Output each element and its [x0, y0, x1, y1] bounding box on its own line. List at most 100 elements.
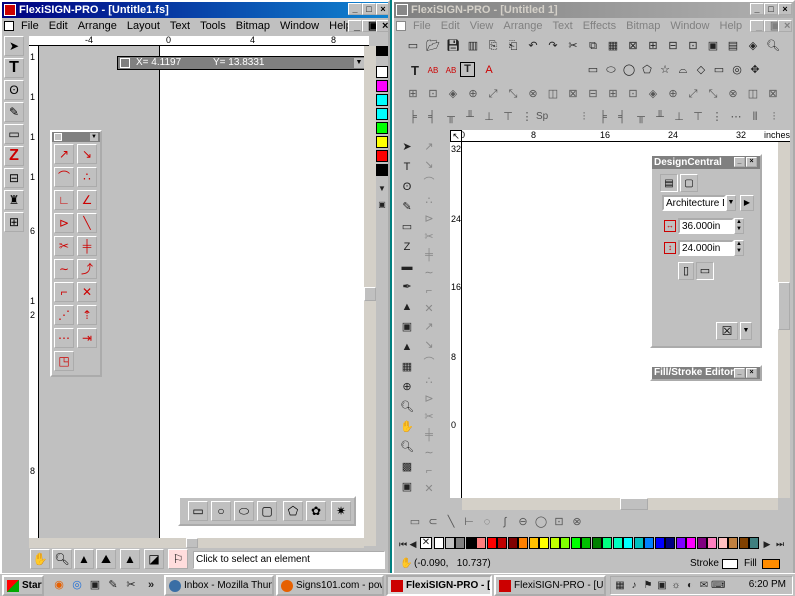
toolbar-icon[interactable]: ◈	[744, 38, 762, 55]
media-icon[interactable]: ▣	[86, 577, 104, 594]
landscape-orientation-icon[interactable]: ▭	[696, 262, 714, 280]
mountain-icon[interactable]: ▲	[74, 549, 94, 569]
arrange-icon[interactable]: ⊟	[584, 86, 602, 103]
palette-swatch[interactable]	[444, 537, 455, 549]
text-kern-icon[interactable]: AB	[424, 62, 442, 79]
shape-icon[interactable]: ◯	[620, 62, 638, 79]
toolbar-icon[interactable]: ▤	[724, 38, 742, 55]
left-hscroll-thumb[interactable]	[186, 538, 198, 548]
stroke-swatch[interactable]	[722, 559, 738, 569]
bottom-tool-icon[interactable]: ⊡	[550, 514, 568, 531]
tool-icon[interactable]: 🔍︎	[398, 439, 416, 456]
menu-arrange[interactable]: Arrange	[73, 20, 122, 32]
tool-icon[interactable]: ↗	[420, 139, 438, 156]
node-tool-icon[interactable]: ⇡	[77, 305, 97, 325]
maximize-button[interactable]: □	[362, 3, 376, 15]
toolbar-icon[interactable]: ⊟	[664, 38, 682, 55]
preset-apply-icon[interactable]: ▶	[740, 195, 754, 211]
tray-icon[interactable]: ☼	[669, 577, 683, 594]
palette-swatch[interactable]	[518, 537, 528, 549]
arrange-icon[interactable]: ⊠	[764, 86, 782, 103]
node-tool-icon[interactable]: ◳	[54, 351, 74, 371]
design-central-title-bar[interactable]: DesignCentral _ ×	[652, 156, 760, 169]
palette-swatch[interactable]	[675, 537, 686, 549]
palette-swatch[interactable]	[549, 537, 560, 549]
tool-icon[interactable]: ↘	[420, 157, 438, 174]
palette-swatch[interactable]	[455, 537, 465, 549]
tool-icon[interactable]: ⊳	[420, 211, 438, 228]
menu-tools[interactable]: Tools	[195, 20, 231, 32]
node-tool-icon[interactable]: ↗	[54, 144, 74, 164]
taskbar-item-flexisign-2[interactable]: FlexiSIGN-PRO - [Unti...	[494, 575, 606, 596]
menu-file[interactable]: File	[408, 20, 436, 32]
color-picker-icon[interactable]: ⚐	[168, 549, 188, 569]
rectangle-shape-icon[interactable]: ▭	[188, 501, 208, 521]
palette-swatch[interactable]	[376, 94, 388, 106]
palette-swatch[interactable]	[581, 537, 591, 549]
arrange-icon[interactable]: ◫	[744, 86, 762, 103]
toolbar-icon[interactable]: ▣	[704, 38, 722, 55]
panel-close-button[interactable]: ×	[746, 157, 757, 167]
browser-icon[interactable]: ◎	[68, 577, 86, 594]
text-effect-icon[interactable]: A	[480, 62, 498, 79]
ruler-origin[interactable]: ↖	[450, 130, 462, 142]
node-tool-icon[interactable]: ∟	[54, 190, 74, 210]
tool-icon[interactable]: ʘ	[398, 179, 416, 196]
palette-swatch[interactable]	[707, 537, 717, 549]
tool-icon[interactable]: ✎	[398, 199, 416, 216]
align-icon[interactable]: ╞	[404, 109, 422, 126]
arrange-icon[interactable]: ⊞	[404, 86, 422, 103]
arrange-icon[interactable]: ⊡	[624, 86, 642, 103]
align-icon[interactable]: ⊥	[670, 109, 688, 126]
palette-swatch[interactable]	[376, 136, 388, 148]
no-color-swatch-icon[interactable]: ✕	[420, 537, 432, 549]
height-field[interactable]: 24.000in	[678, 240, 734, 256]
edit-icon[interactable]: ✎	[104, 577, 122, 594]
tray-icon[interactable]: ▦	[613, 577, 627, 594]
palette-swatch[interactable]	[376, 80, 388, 92]
toolbar-icon[interactable]: ⎗	[504, 38, 522, 55]
left-page-canvas[interactable]	[159, 46, 364, 546]
bottom-tool-icon[interactable]: ╲	[442, 514, 460, 531]
arrange-icon[interactable]: ⊕	[464, 86, 482, 103]
tray-icon[interactable]: ▣	[655, 577, 669, 594]
bottom-tool-icon[interactable]: ◌	[478, 514, 496, 531]
palette-swatch[interactable]	[465, 537, 476, 549]
palette-swatch[interactable]	[376, 122, 388, 134]
palette-swatch[interactable]	[476, 537, 486, 549]
palette-swatch[interactable]	[376, 66, 388, 78]
toolbar-icon[interactable]: ⧉	[584, 38, 602, 55]
shape-icon[interactable]: ▭	[584, 62, 602, 79]
align-icon[interactable]: ⫶	[765, 109, 783, 126]
tool-icon[interactable]: ⌐	[420, 283, 438, 300]
tool-icon[interactable]: ╪	[420, 427, 438, 444]
tool-icon[interactable]: ╪	[420, 247, 438, 264]
mountains-icon[interactable]: ▲	[120, 549, 140, 569]
bottom-tool-icon[interactable]: ◯	[532, 514, 550, 531]
palette-swatch[interactable]	[717, 537, 728, 549]
doc-minimize-button[interactable]: _	[348, 20, 362, 32]
menu-effects[interactable]: Effects	[578, 20, 621, 32]
blob-shape-icon[interactable]: ✿	[306, 501, 326, 521]
measure-tool-icon[interactable]: ⊟	[4, 168, 24, 188]
palette-swatch[interactable]	[376, 108, 388, 120]
page-setup-tab-icon[interactable]: ▤	[660, 174, 678, 192]
node-tool-icon[interactable]: ↘	[77, 144, 97, 164]
tool-icon[interactable]: ↘	[420, 337, 438, 354]
lasso-tool-icon[interactable]: ʘ	[4, 80, 24, 100]
tray-icon[interactable]: ◐	[683, 577, 697, 594]
palette-swatch[interactable]	[665, 537, 675, 549]
shape-icon[interactable]: ◎	[728, 62, 746, 79]
palette-swatch[interactable]	[633, 537, 644, 549]
palette-prev-icon[interactable]: ◀	[408, 536, 418, 553]
taskbar-item-flexisign-1[interactable]: FlexiSIGN-PRO - [...	[386, 575, 492, 596]
taskbar-item-signs101[interactable]: Signs101.com - power...	[276, 575, 384, 596]
shape-icon[interactable]: ◇	[692, 62, 710, 79]
toolbar-icon[interactable]: ▥	[464, 38, 482, 55]
arrange-icon[interactable]: ⊞	[604, 86, 622, 103]
arrange-icon[interactable]: ⤡	[704, 86, 722, 103]
palette-swatch[interactable]	[728, 537, 738, 549]
shape-icon[interactable]: ☆	[656, 62, 674, 79]
left-title-bar[interactable]: FlexiSIGN-PRO - [Untitle1.fs] _ □ ×	[2, 2, 388, 18]
align-icon[interactable]: ⋮	[708, 109, 726, 126]
